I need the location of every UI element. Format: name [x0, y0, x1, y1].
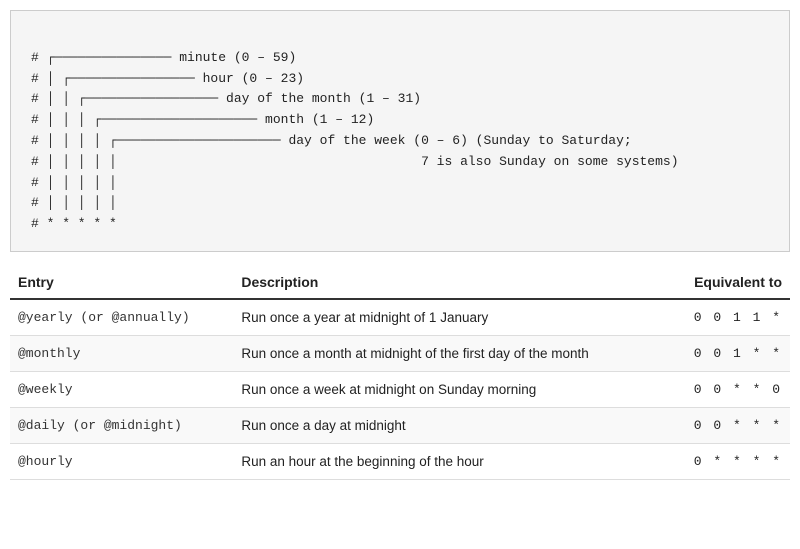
header-entry: Entry — [10, 268, 233, 299]
cron-table: Entry Description Equivalent to @yearly … — [10, 268, 790, 480]
table-row: @weeklyRun once a week at midnight on Su… — [10, 371, 790, 407]
table-header-row: Entry Description Equivalent to — [10, 268, 790, 299]
cell-equivalent: 0 * * * * — [666, 443, 790, 479]
cell-description: Run once a week at midnight on Sunday mo… — [233, 371, 666, 407]
header-description: Description — [233, 268, 666, 299]
cell-description: Run once a day at midnight — [233, 407, 666, 443]
cell-description: Run once a year at midnight of 1 January — [233, 299, 666, 336]
cell-description: Run once a month at midnight of the firs… — [233, 335, 666, 371]
cell-entry: @daily (or @midnight) — [10, 407, 233, 443]
cell-description: Run an hour at the beginning of the hour — [233, 443, 666, 479]
table-row: @monthlyRun once a month at midnight of … — [10, 335, 790, 371]
table-row: @yearly (or @annually)Run once a year at… — [10, 299, 790, 336]
cell-equivalent: 0 0 1 1 * — [666, 299, 790, 336]
table-row: @daily (or @midnight)Run once a day at m… — [10, 407, 790, 443]
cell-equivalent: 0 0 1 * * — [666, 335, 790, 371]
cron-diagram: # ┌─────────────── minute (0 – 59) # │ ┌… — [10, 10, 790, 252]
cell-equivalent: 0 0 * * 0 — [666, 371, 790, 407]
cell-equivalent: 0 0 * * * — [666, 407, 790, 443]
table-row: @hourlyRun an hour at the beginning of t… — [10, 443, 790, 479]
cron-table-section: Entry Description Equivalent to @yearly … — [10, 268, 790, 480]
cell-entry: @weekly — [10, 371, 233, 407]
cell-entry: @hourly — [10, 443, 233, 479]
cell-entry: @yearly (or @annually) — [10, 299, 233, 336]
header-equivalent: Equivalent to — [666, 268, 790, 299]
cell-entry: @monthly — [10, 335, 233, 371]
